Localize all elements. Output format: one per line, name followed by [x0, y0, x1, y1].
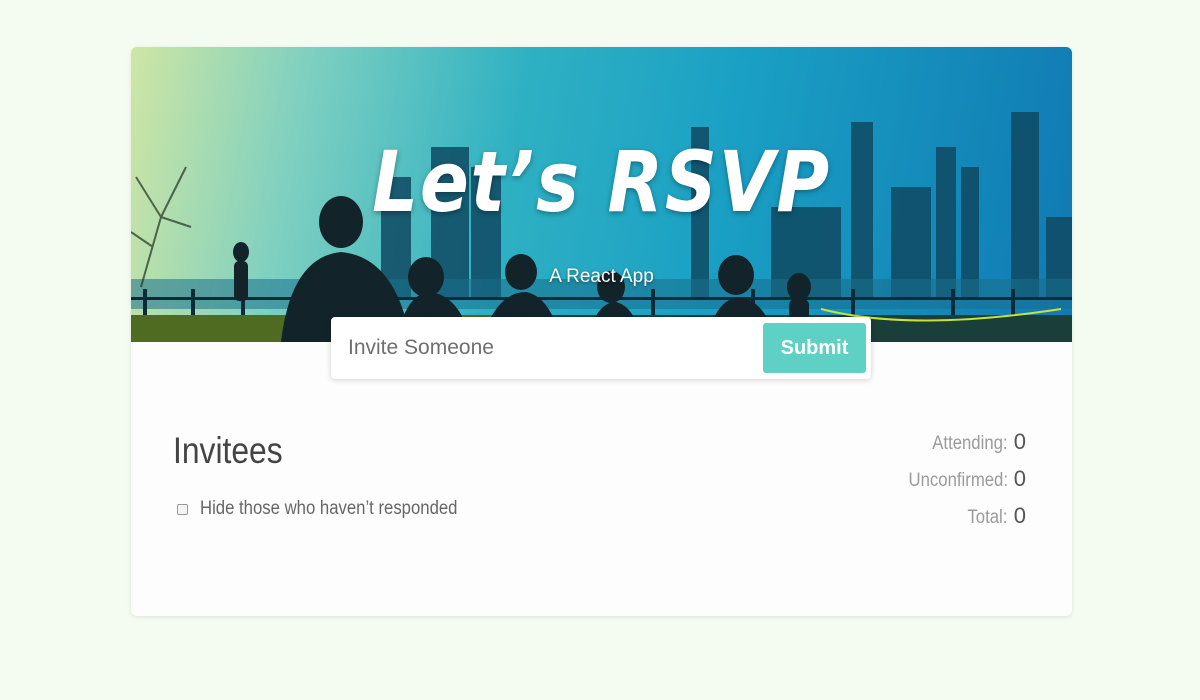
attending-value: 0 [1013, 429, 1026, 454]
unconfirmed-value: 0 [1013, 466, 1026, 491]
attending-counter: Attending: 0 [766, 429, 1026, 455]
total-label: Total: [967, 507, 1008, 528]
invitees-heading: Invitees [173, 430, 283, 471]
unconfirmed-label: Unconfirmed: [908, 470, 1008, 491]
total-counter: Total: 0 [766, 503, 1026, 529]
unconfirmed-counter: Unconfirmed: 0 [766, 466, 1026, 492]
submit-button[interactable]: Submit [763, 323, 866, 373]
invite-form: Submit [331, 317, 871, 379]
hide-unresponded-label: Hide those who haven’t responded [200, 498, 458, 519]
invite-input[interactable] [331, 317, 751, 379]
app-title: Let’s RSVP [372, 133, 831, 231]
total-value: 0 [1013, 503, 1026, 528]
attending-label: Attending: [932, 433, 1008, 454]
hide-unresponded-filter[interactable]: Hide those who haven’t responded [176, 497, 493, 521]
app-subtitle: A React App [549, 266, 654, 287]
header-banner: Let’s RSVP A React App [131, 47, 1072, 342]
hide-unresponded-checkbox[interactable] [177, 503, 188, 515]
